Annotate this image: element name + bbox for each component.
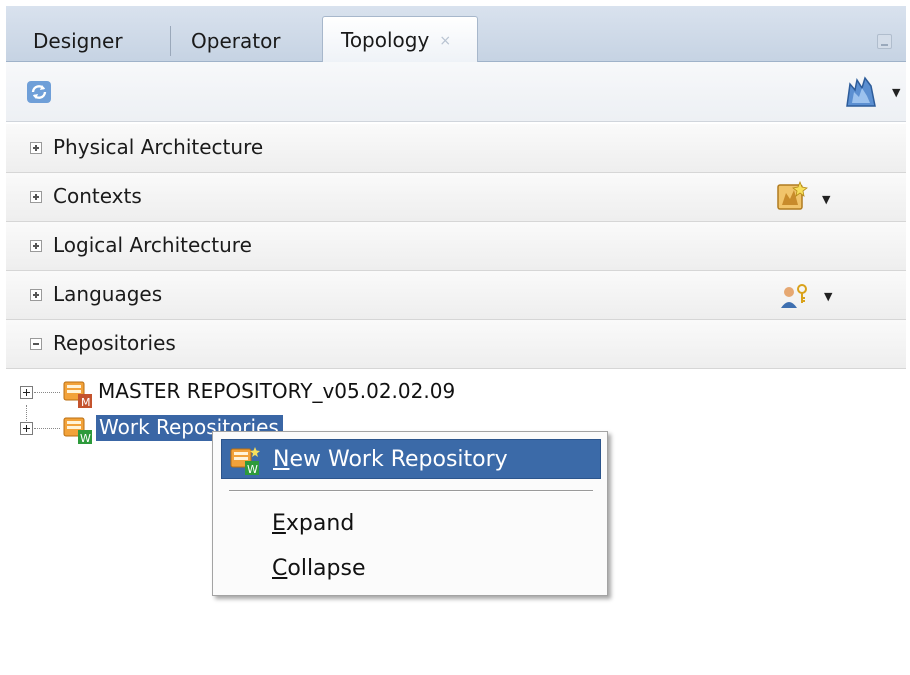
master-repository-icon: M [62, 380, 96, 414]
expand-icon[interactable] [30, 191, 42, 203]
tab-operator[interactable]: Operator [191, 20, 281, 62]
work-repository-icon: W [62, 416, 96, 450]
menu-item-label: Expand [272, 511, 355, 536]
expand-icon[interactable] [30, 289, 42, 301]
menu-item-label: New Work Repository [273, 447, 508, 472]
tab-topology[interactable]: Topology × [322, 16, 478, 63]
tree-node-master-repository[interactable]: M MASTER REPOSITORY_v05.02.02.09 [20, 379, 540, 409]
section-logical-architecture[interactable]: Logical Architecture [6, 222, 906, 271]
navigator-toolbar: ▼ [6, 62, 906, 122]
tab-close-icon[interactable]: × [439, 33, 451, 49]
svg-text:W: W [247, 463, 258, 476]
new-context-icon[interactable] [776, 180, 808, 215]
tab-designer[interactable]: Designer [33, 20, 123, 62]
section-languages[interactable]: Languages ▼ [6, 271, 906, 320]
tree-expand-icon[interactable] [20, 386, 33, 399]
section-label: Logical Architecture [53, 233, 252, 257]
section-label: Languages [53, 282, 163, 306]
tree-node-label: MASTER REPOSITORY_v05.02.02.09 [98, 379, 456, 403]
minimize-icon[interactable] [877, 34, 892, 49]
new-work-repository-icon: W [230, 446, 262, 482]
menu-item-collapse[interactable]: Collapse [221, 549, 601, 589]
tree-connector [34, 428, 60, 429]
menu-separator [229, 490, 593, 492]
refresh-icon[interactable] [26, 80, 52, 108]
chevron-down-icon[interactable]: ▼ [892, 86, 900, 99]
svg-text:M: M [81, 396, 91, 409]
section-physical-architecture[interactable]: Physical Architecture [6, 124, 906, 173]
user-key-icon[interactable] [780, 283, 810, 313]
tab-bar: Designer Operator Topology × [6, 6, 906, 63]
section-repositories[interactable]: Repositories [6, 320, 906, 369]
chevron-down-icon[interactable]: ▼ [822, 193, 830, 206]
section-label: Physical Architecture [53, 135, 264, 159]
connect-navigator-icon[interactable] [844, 76, 878, 112]
context-menu: W New Work Repository Expand Collapse [212, 431, 608, 596]
section-contexts[interactable]: Contexts ▼ [6, 173, 906, 222]
section-label: Repositories [53, 331, 176, 355]
expand-icon[interactable] [30, 142, 42, 154]
menu-item-new-work-repository[interactable]: W New Work Repository [221, 439, 601, 479]
chevron-down-icon[interactable]: ▼ [824, 290, 832, 303]
menu-item-expand[interactable]: Expand [221, 504, 601, 544]
menu-item-label: Collapse [272, 556, 366, 581]
tree-expand-icon[interactable] [20, 422, 33, 435]
section-label: Contexts [53, 184, 142, 208]
tree-connector [34, 392, 60, 393]
svg-text:W: W [80, 432, 91, 445]
expand-icon[interactable] [30, 240, 42, 252]
tab-topology-label: Topology [341, 28, 430, 52]
tab-separator [170, 26, 171, 56]
collapse-icon[interactable] [30, 338, 42, 350]
